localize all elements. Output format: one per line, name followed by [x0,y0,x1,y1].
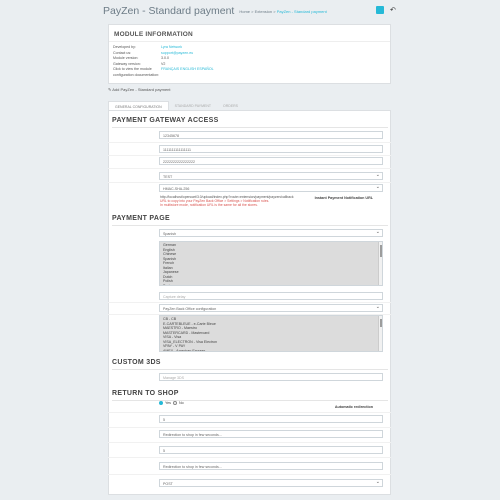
breadcrumb-current: PayZen - Standard payment [276,8,327,14]
shop-id-input[interactable]: 12345678 [159,131,383,139]
default-language-select[interactable]: Spanish [159,229,383,237]
manage-3ds-input[interactable]: Manage 3DS [159,373,383,381]
radio-yes[interactable] [159,401,163,405]
scrollbar[interactable] [378,242,382,285]
signature-select[interactable]: HMAC-SHA-256 [159,184,383,192]
key-prod-input[interactable]: 2222222222222222 [159,157,383,165]
add-payment-label: Add PayZen - Standard payment [112,87,171,92]
validation-mode-select[interactable]: PayZen Back Office configuration [159,304,383,312]
module-info-key: Click to view the module configuration d… [113,67,160,77]
key-test-input[interactable]: 1111111111111111 [159,145,383,153]
payment-page-section-title: PAYMENT PAGE [112,215,170,222]
page-title: PayZen - Standard payment [103,5,235,17]
gateway-section-title: PAYMENT GATEWAY ACCESS [112,117,219,124]
message-success-input[interactable]: Redirection to shop in few seconds... [159,430,383,438]
config-tabs: GENERAL CONFIGURATION STANDARD PAYMENT O… [108,101,391,111]
custom3ds-section-title: CUSTOM 3DS [112,359,161,366]
breadcrumb-home[interactable]: Home [239,9,250,14]
module-info-list: Developed by: Lyra Network Contact us: supp… [109,42,390,78]
language-option[interactable]: Portuguese [163,284,379,286]
module-info-title: MODULE INFORMATION [109,25,390,42]
capture-delay-input[interactable]: Capture delay [159,292,383,300]
add-payment-link[interactable]: ✎ Add PayZen - Standard payment [108,87,171,92]
breadcrumb: Home > Extension > PayZen - Standard pay… [239,8,327,14]
tab-standard-payment[interactable]: STANDARD PAYMENT [169,101,217,110]
message-failure-input[interactable]: Redirection to shop in few seconds... [159,462,383,470]
scrollbar[interactable] [378,316,382,351]
back-icon[interactable]: ↶ [390,6,396,14]
radio-no[interactable] [173,401,178,405]
card-types-list[interactable]: CB - CB E-CARTEBLEUE - e-Carte Bleue MAEST… [159,315,383,352]
return-mode-select[interactable]: POST [159,479,383,487]
auto-redirection-label: Automatic redirection [334,405,373,409]
auto-redirection-radio: Yes No [159,401,184,405]
card-type-option[interactable]: AMEX - American Express [163,349,379,352]
timeout-failure-input[interactable]: 5 [159,446,383,454]
tab-general-configuration[interactable]: GENERAL CONFIGURATION [108,101,169,110]
ipn-note-2: In multistore mode, notification URL is … [160,203,258,207]
save-button[interactable] [376,6,384,14]
module-info-panel: MODULE INFORMATION Developed by: Lyra Net… [108,24,391,84]
module-info-row: Click to view the module configuration d… [109,67,390,78]
breadcrumb-extension[interactable]: Extension [255,9,273,14]
ipn-info: http://localhost/opencart/3.0/upload/ind… [160,195,385,207]
return-section-title: RETURN TO SHOP [112,390,179,397]
mode-select[interactable]: TEST [159,172,383,180]
timeout-success-input[interactable]: 5 [159,415,383,423]
page-header: PayZen - Standard payment Home > Extensi… [100,0,400,22]
tab-orders[interactable]: ORDERS [217,101,244,110]
module-info-value[interactable]: FRANÇAIS ENGLISH ESPAÑOL [161,67,214,78]
available-languages-list[interactable]: German English Chinese Spanish French Italian… [159,241,383,286]
